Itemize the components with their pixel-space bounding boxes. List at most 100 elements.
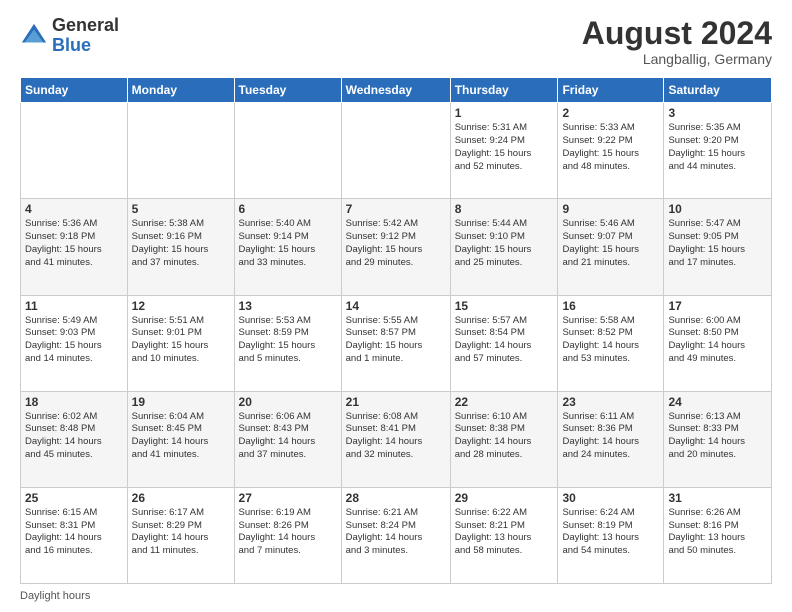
day-number: 15 [455, 299, 554, 313]
day-number: 25 [25, 491, 123, 505]
day-info: Sunrise: 6:26 AM Sunset: 8:16 PM Dayligh… [668, 507, 767, 558]
col-header-saturday: Saturday [664, 78, 772, 103]
day-info: Sunrise: 5:58 AM Sunset: 8:52 PM Dayligh… [562, 315, 659, 366]
week-row: 25 Sunrise: 6:15 AM Sunset: 8:31 PM Dayli… [21, 487, 772, 583]
day-info: Sunrise: 5:38 AM Sunset: 9:16 PM Dayligh… [132, 218, 230, 269]
day-number: 5 [132, 202, 230, 216]
daylight-label: Daylight hours [20, 590, 90, 602]
calendar-cell: 1 Sunrise: 5:31 AM Sunset: 9:24 PM Daylig… [450, 103, 558, 199]
day-number: 3 [668, 106, 767, 120]
day-number: 1 [455, 106, 554, 120]
day-number: 10 [668, 202, 767, 216]
calendar-cell: 18 Sunrise: 6:02 AM Sunset: 8:48 PM Dayli… [21, 391, 128, 487]
title-block: August 2024 Langballig, Germany [582, 16, 772, 67]
day-number: 27 [239, 491, 337, 505]
day-info: Sunrise: 5:53 AM Sunset: 8:59 PM Dayligh… [239, 315, 337, 366]
day-info: Sunrise: 6:04 AM Sunset: 8:45 PM Dayligh… [132, 411, 230, 462]
day-info: Sunrise: 6:17 AM Sunset: 8:29 PM Dayligh… [132, 507, 230, 558]
day-info: Sunrise: 6:10 AM Sunset: 8:38 PM Dayligh… [455, 411, 554, 462]
day-number: 30 [562, 491, 659, 505]
day-number: 24 [668, 395, 767, 409]
day-number: 7 [346, 202, 446, 216]
day-info: Sunrise: 5:31 AM Sunset: 9:24 PM Dayligh… [455, 122, 554, 173]
calendar-cell: 22 Sunrise: 6:10 AM Sunset: 8:38 PM Dayli… [450, 391, 558, 487]
logo-icon [20, 22, 48, 50]
day-number: 11 [25, 299, 123, 313]
day-number: 6 [239, 202, 337, 216]
day-info: Sunrise: 5:51 AM Sunset: 9:01 PM Dayligh… [132, 315, 230, 366]
day-number: 19 [132, 395, 230, 409]
col-header-monday: Monday [127, 78, 234, 103]
calendar-cell: 21Sunrise: 6:08 AM Sunset: 8:41 PM Dayli… [341, 391, 450, 487]
day-info: Sunrise: 6:08 AM Sunset: 8:41 PM Dayligh… [346, 411, 446, 462]
col-header-sunday: Sunday [21, 78, 128, 103]
day-info: Sunrise: 6:24 AM Sunset: 8:19 PM Dayligh… [562, 507, 659, 558]
day-number: 29 [455, 491, 554, 505]
day-info: Sunrise: 6:02 AM Sunset: 8:48 PM Dayligh… [25, 411, 123, 462]
week-row: 18 Sunrise: 6:02 AM Sunset: 8:48 PM Dayli… [21, 391, 772, 487]
calendar-cell: 20Sunrise: 6:06 AM Sunset: 8:43 PM Dayli… [234, 391, 341, 487]
week-row: 1 Sunrise: 5:31 AM Sunset: 9:24 PM Daylig… [21, 103, 772, 199]
day-info: Sunrise: 5:40 AM Sunset: 9:14 PM Dayligh… [239, 218, 337, 269]
calendar-cell: 14Sunrise: 5:55 AM Sunset: 8:57 PM Dayli… [341, 295, 450, 391]
day-info: Sunrise: 5:42 AM Sunset: 9:12 PM Dayligh… [346, 218, 446, 269]
day-number: 31 [668, 491, 767, 505]
calendar-cell: 26Sunrise: 6:17 AM Sunset: 8:29 PM Dayli… [127, 487, 234, 583]
day-info: Sunrise: 6:22 AM Sunset: 8:21 PM Dayligh… [455, 507, 554, 558]
day-number: 18 [25, 395, 123, 409]
day-info: Sunrise: 6:19 AM Sunset: 8:26 PM Dayligh… [239, 507, 337, 558]
col-header-tuesday: Tuesday [234, 78, 341, 103]
day-info: Sunrise: 5:33 AM Sunset: 9:22 PM Dayligh… [562, 122, 659, 173]
month-year: August 2024 [582, 16, 772, 51]
footer: Daylight hours [20, 590, 772, 602]
day-info: Sunrise: 6:21 AM Sunset: 8:24 PM Dayligh… [346, 507, 446, 558]
day-number: 2 [562, 106, 659, 120]
calendar-cell [21, 103, 128, 199]
calendar-cell: 2 Sunrise: 5:33 AM Sunset: 9:22 PM Daylig… [558, 103, 664, 199]
calendar-cell [234, 103, 341, 199]
calendar-cell: 24Sunrise: 6:13 AM Sunset: 8:33 PM Dayli… [664, 391, 772, 487]
calendar-cell: 11 Sunrise: 5:49 AM Sunset: 9:03 PM Dayli… [21, 295, 128, 391]
calendar-cell: 30 Sunrise: 6:24 AM Sunset: 8:19 PM Dayli… [558, 487, 664, 583]
calendar-cell: 19 Sunrise: 6:04 AM Sunset: 8:45 PM Dayli… [127, 391, 234, 487]
day-info: Sunrise: 6:15 AM Sunset: 8:31 PM Dayligh… [25, 507, 123, 558]
day-number: 22 [455, 395, 554, 409]
day-info: Sunrise: 5:44 AM Sunset: 9:10 PM Dayligh… [455, 218, 554, 269]
calendar-cell: 8 Sunrise: 5:44 AM Sunset: 9:10 PM Daylig… [450, 199, 558, 295]
day-number: 28 [346, 491, 446, 505]
day-number: 12 [132, 299, 230, 313]
day-info: Sunrise: 5:49 AM Sunset: 9:03 PM Dayligh… [25, 315, 123, 366]
day-number: 4 [25, 202, 123, 216]
page: General Blue August 2024 Langballig, Ger… [0, 0, 792, 612]
calendar-cell: 12 Sunrise: 5:51 AM Sunset: 9:01 PM Dayli… [127, 295, 234, 391]
week-row: 4 Sunrise: 5:36 AM Sunset: 9:18 PM Daylig… [21, 199, 772, 295]
calendar-cell: 7 Sunrise: 5:42 AM Sunset: 9:12 PM Daylig… [341, 199, 450, 295]
day-info: Sunrise: 5:47 AM Sunset: 9:05 PM Dayligh… [668, 218, 767, 269]
calendar-cell: 28 Sunrise: 6:21 AM Sunset: 8:24 PM Dayli… [341, 487, 450, 583]
calendar-cell [341, 103, 450, 199]
calendar-cell [127, 103, 234, 199]
calendar-cell: 29 Sunrise: 6:22 AM Sunset: 8:21 PM Dayli… [450, 487, 558, 583]
day-info: Sunrise: 5:46 AM Sunset: 9:07 PM Dayligh… [562, 218, 659, 269]
calendar-cell: 4 Sunrise: 5:36 AM Sunset: 9:18 PM Daylig… [21, 199, 128, 295]
day-info: Sunrise: 5:55 AM Sunset: 8:57 PM Dayligh… [346, 315, 446, 366]
logo-blue: Blue [52, 36, 119, 56]
calendar-table: SundayMondayTuesdayWednesdayThursdayFrid… [20, 77, 772, 584]
day-info: Sunrise: 5:35 AM Sunset: 9:20 PM Dayligh… [668, 122, 767, 173]
day-info: Sunrise: 5:36 AM Sunset: 9:18 PM Dayligh… [25, 218, 123, 269]
calendar-cell: 3 Sunrise: 5:35 AM Sunset: 9:20 PM Daylig… [664, 103, 772, 199]
calendar-cell: 16 Sunrise: 5:58 AM Sunset: 8:52 PM Dayli… [558, 295, 664, 391]
day-number: 8 [455, 202, 554, 216]
location: Langballig, Germany [582, 51, 772, 67]
col-header-thursday: Thursday [450, 78, 558, 103]
day-number: 16 [562, 299, 659, 313]
day-info: Sunrise: 6:11 AM Sunset: 8:36 PM Dayligh… [562, 411, 659, 462]
calendar-cell: 6 Sunrise: 5:40 AM Sunset: 9:14 PM Daylig… [234, 199, 341, 295]
calendar-cell: 9Sunrise: 5:46 AM Sunset: 9:07 PM Daylig… [558, 199, 664, 295]
col-header-wednesday: Wednesday [341, 78, 450, 103]
week-row: 11 Sunrise: 5:49 AM Sunset: 9:03 PM Dayli… [21, 295, 772, 391]
calendar-cell: 27 Sunrise: 6:19 AM Sunset: 8:26 PM Dayli… [234, 487, 341, 583]
logo-text: General Blue [52, 16, 119, 56]
day-number: 23 [562, 395, 659, 409]
header: General Blue August 2024 Langballig, Ger… [20, 16, 772, 67]
